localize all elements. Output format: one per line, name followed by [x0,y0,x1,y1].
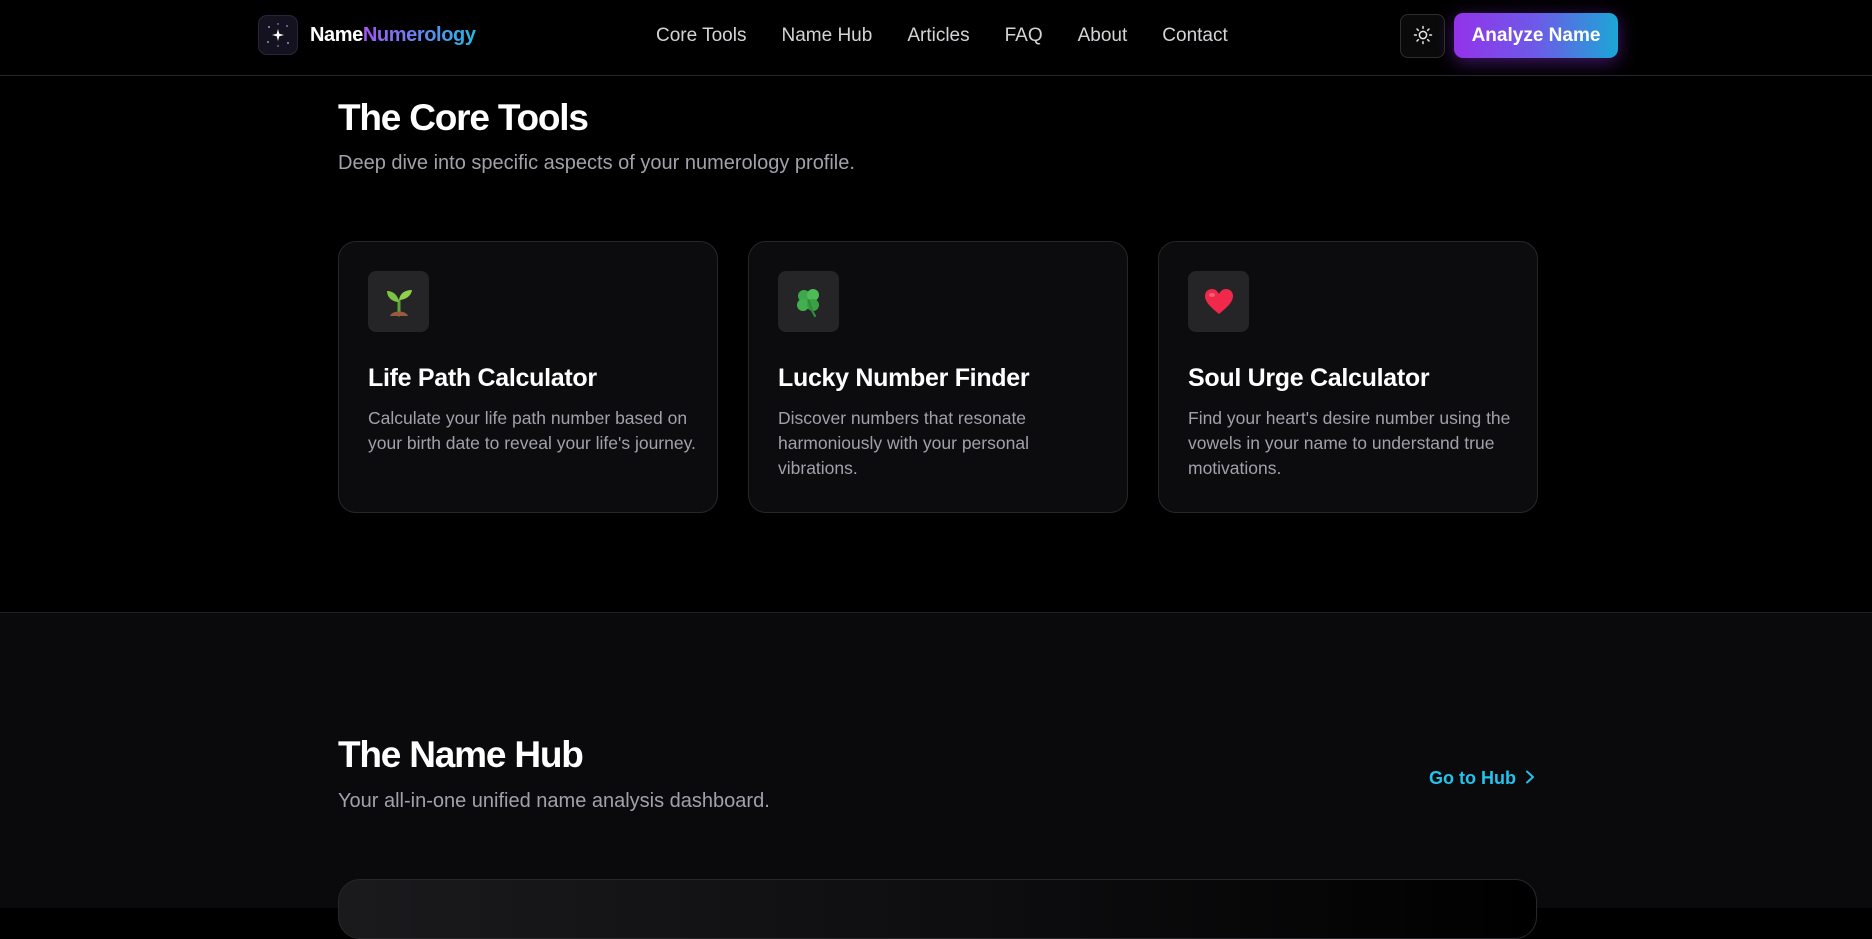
name-hub-dashboard-panel [338,879,1537,939]
name-hub-subtitle: Your all-in-one unified name analysis da… [338,790,770,812]
four-leaf-clover-icon [778,271,839,332]
sparkle-icon [258,15,298,55]
nav-link-core-tools[interactable]: Core Tools [656,25,746,47]
heart-icon [1188,271,1249,332]
sun-icon [1413,25,1433,48]
tool-card-title: Lucky Number Finder [778,364,1030,392]
seedling-icon [368,271,429,332]
tool-card-lucky-number[interactable]: Lucky Number Finder Discover numbers tha… [748,241,1128,513]
nav-link-contact[interactable]: Contact [1162,25,1227,47]
tool-card-description: Find your heart's desire number using th… [1188,408,1511,478]
tool-card-description: Calculate your life path number based on… [368,408,696,453]
nav-link-about[interactable]: About [1078,25,1128,47]
site-logo[interactable]: NameNumerology [258,15,476,55]
tool-card-title: Life Path Calculator [368,364,597,392]
logo-wordmark: NameNumerology [310,23,476,46]
theme-toggle-button[interactable] [1400,14,1445,58]
analyze-name-button[interactable]: Analyze Name [1454,13,1618,58]
name-hub-title: The Name Hub [338,734,584,775]
go-to-hub-label: Go to Hub [1429,767,1516,788]
chevron-right-icon [1524,768,1536,789]
nav-link-faq[interactable]: FAQ [1005,25,1043,47]
name-hub-section: The Name Hub Your all-in-one unified nam… [0,612,1872,939]
nav-link-articles[interactable]: Articles [907,25,969,47]
site-header: NameNumerology Core Tools Name Hub Artic… [0,0,1872,76]
main-nav: Core Tools Name Hub Articles FAQ About C… [656,22,1228,50]
core-tools-subtitle: Deep dive into specific aspects of your … [338,152,855,174]
tool-card-description: Discover numbers that resonate harmoniou… [778,408,1029,478]
tool-card-title: Soul Urge Calculator [1188,364,1430,392]
tool-card-life-path[interactable]: Life Path Calculator Calculate your life… [338,241,718,513]
tool-card-soul-urge[interactable]: Soul Urge Calculator Find your heart's d… [1158,241,1538,513]
core-tools-section: The Core Tools Deep dive into specific a… [0,77,1872,612]
nav-link-name-hub[interactable]: Name Hub [781,25,872,47]
go-to-hub-link[interactable]: Go to Hub [1429,766,1536,790]
core-tools-title: The Core Tools [338,97,589,138]
